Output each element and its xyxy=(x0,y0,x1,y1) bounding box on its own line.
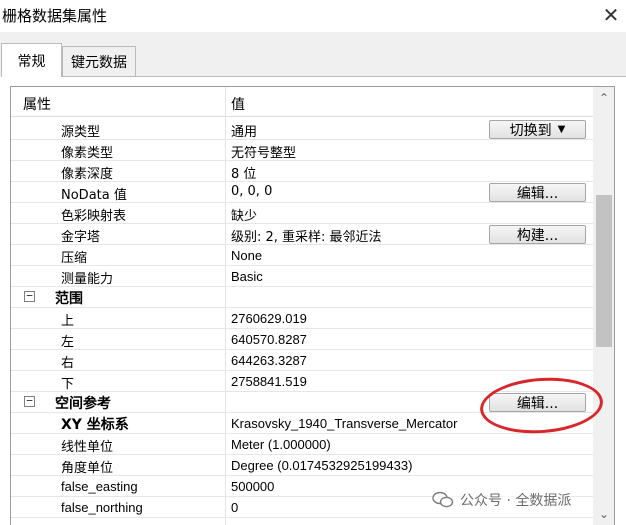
row-linear-unit[interactable]: 线性单位 Meter (1.000000) xyxy=(11,434,593,455)
property-value: 2758841.519 xyxy=(231,374,307,389)
section-extent[interactable]: − 范围 xyxy=(11,287,593,308)
collapse-icon[interactable]: − xyxy=(24,290,35,302)
property-name: 右 xyxy=(61,356,75,371)
edit-nodata-button[interactable]: 编辑... xyxy=(489,183,586,202)
property-value: 缺少 xyxy=(231,209,258,224)
property-value: 级别: 2, 重采样: 最邻近法 xyxy=(231,230,382,245)
property-value: Meter (1.000000) xyxy=(231,437,331,452)
property-name: false_northing xyxy=(61,500,143,515)
header-value: 值 xyxy=(231,97,245,113)
property-value: Degree (0.0174532925199433) xyxy=(231,458,413,473)
row-pyramids[interactable]: 金字塔 级别: 2, 重采样: 最邻近法 构建... xyxy=(11,224,593,245)
property-value: 640570.8287 xyxy=(231,332,307,347)
property-value: Krasovsky_1940_Transverse_Mercator xyxy=(231,416,458,431)
property-name: 金字塔 xyxy=(61,230,101,245)
property-name: 色彩映射表 xyxy=(61,209,127,224)
close-button[interactable]: ✕ xyxy=(598,3,624,27)
property-name: 像素类型 xyxy=(61,146,114,161)
vertical-scrollbar[interactable]: ⌃ ⌄ xyxy=(593,87,614,525)
property-value: 0, 0, 0 xyxy=(231,184,273,199)
button-label: 构建... xyxy=(516,227,559,244)
switch-to-button[interactable]: 切换到 ▼ xyxy=(489,120,586,139)
scroll-thumb[interactable] xyxy=(596,195,612,347)
property-grid: 属性 值 源类型 通用 切换到 ▼ 像素类型 无符号整型 像素深度 8 位 No… xyxy=(10,86,615,525)
tab-key-metadata[interactable]: 键元数据 xyxy=(62,46,136,76)
scroll-down-button[interactable]: ⌄ xyxy=(593,503,614,525)
row-compression[interactable]: 压缩 None xyxy=(11,245,593,266)
chevron-up-icon: ⌃ xyxy=(598,91,610,105)
property-value: 500000 xyxy=(231,479,275,494)
title-bar: 栅格数据集属性 ✕ xyxy=(0,0,626,32)
row-pixel-type[interactable]: 像素类型 无符号整型 xyxy=(11,140,593,161)
property-name: false_easting xyxy=(61,479,138,494)
watermark-text: 公众号 · 全数据派 xyxy=(460,493,572,509)
property-name: 线性单位 xyxy=(61,440,114,455)
property-value: 0 xyxy=(231,500,239,515)
row-top[interactable]: 上 2760629.019 xyxy=(11,308,593,329)
property-value: 无符号整型 xyxy=(231,146,297,161)
wechat-icon xyxy=(432,491,454,508)
row-colormap[interactable]: 色彩映射表 缺少 xyxy=(11,203,593,224)
property-name: 下 xyxy=(61,377,75,392)
property-name: 上 xyxy=(61,314,75,329)
chevron-down-icon: ⌄ xyxy=(598,507,610,521)
property-name: 角度单位 xyxy=(61,461,114,476)
build-pyramids-button[interactable]: 构建... xyxy=(489,225,586,244)
row-measurement[interactable]: 测量能力 Basic xyxy=(11,266,593,287)
section-title: 范围 xyxy=(55,291,83,307)
property-value: 8 位 xyxy=(231,167,257,182)
scroll-up-button[interactable]: ⌃ xyxy=(593,87,614,109)
property-value: 644263.3287 xyxy=(231,353,307,368)
collapse-icon[interactable]: − xyxy=(24,395,35,407)
property-name: NoData 值 xyxy=(61,188,127,203)
row-angular-unit[interactable]: 角度单位 Degree (0.0174532925199433) xyxy=(11,455,593,476)
close-icon: ✕ xyxy=(602,3,620,27)
button-label: 编辑... xyxy=(516,185,559,202)
section-title: 空间参考 xyxy=(55,396,111,412)
row-nodata[interactable]: NoData 值 0, 0, 0 编辑... xyxy=(11,182,593,203)
property-value: Basic xyxy=(231,269,263,284)
header-property: 属性 xyxy=(23,97,51,113)
window-title: 栅格数据集属性 xyxy=(2,7,108,25)
row-pixel-depth[interactable]: 像素深度 8 位 xyxy=(11,161,593,182)
row-left[interactable]: 左 640570.8287 xyxy=(11,329,593,350)
property-name: 像素深度 xyxy=(61,167,114,182)
row-source-type[interactable]: 源类型 通用 切换到 ▼ xyxy=(11,119,593,140)
property-name: 压缩 xyxy=(61,251,88,266)
tab-general[interactable]: 常规 xyxy=(1,43,62,77)
property-value: 2760629.019 xyxy=(231,311,307,326)
grid-header: 属性 值 xyxy=(11,87,593,117)
property-value: 通用 xyxy=(231,125,258,140)
property-name: 源类型 xyxy=(61,125,101,140)
watermark: 公众号 · 全数据派 xyxy=(432,488,572,512)
property-name: XY 坐标系 xyxy=(61,417,129,433)
row-right[interactable]: 右 644263.3287 xyxy=(11,350,593,371)
property-value: None xyxy=(231,248,263,263)
button-label: 切换到 xyxy=(509,122,552,139)
property-name: 左 xyxy=(61,335,75,350)
property-name: 测量能力 xyxy=(61,272,114,287)
dropdown-arrow-icon: ▼ xyxy=(557,124,566,135)
